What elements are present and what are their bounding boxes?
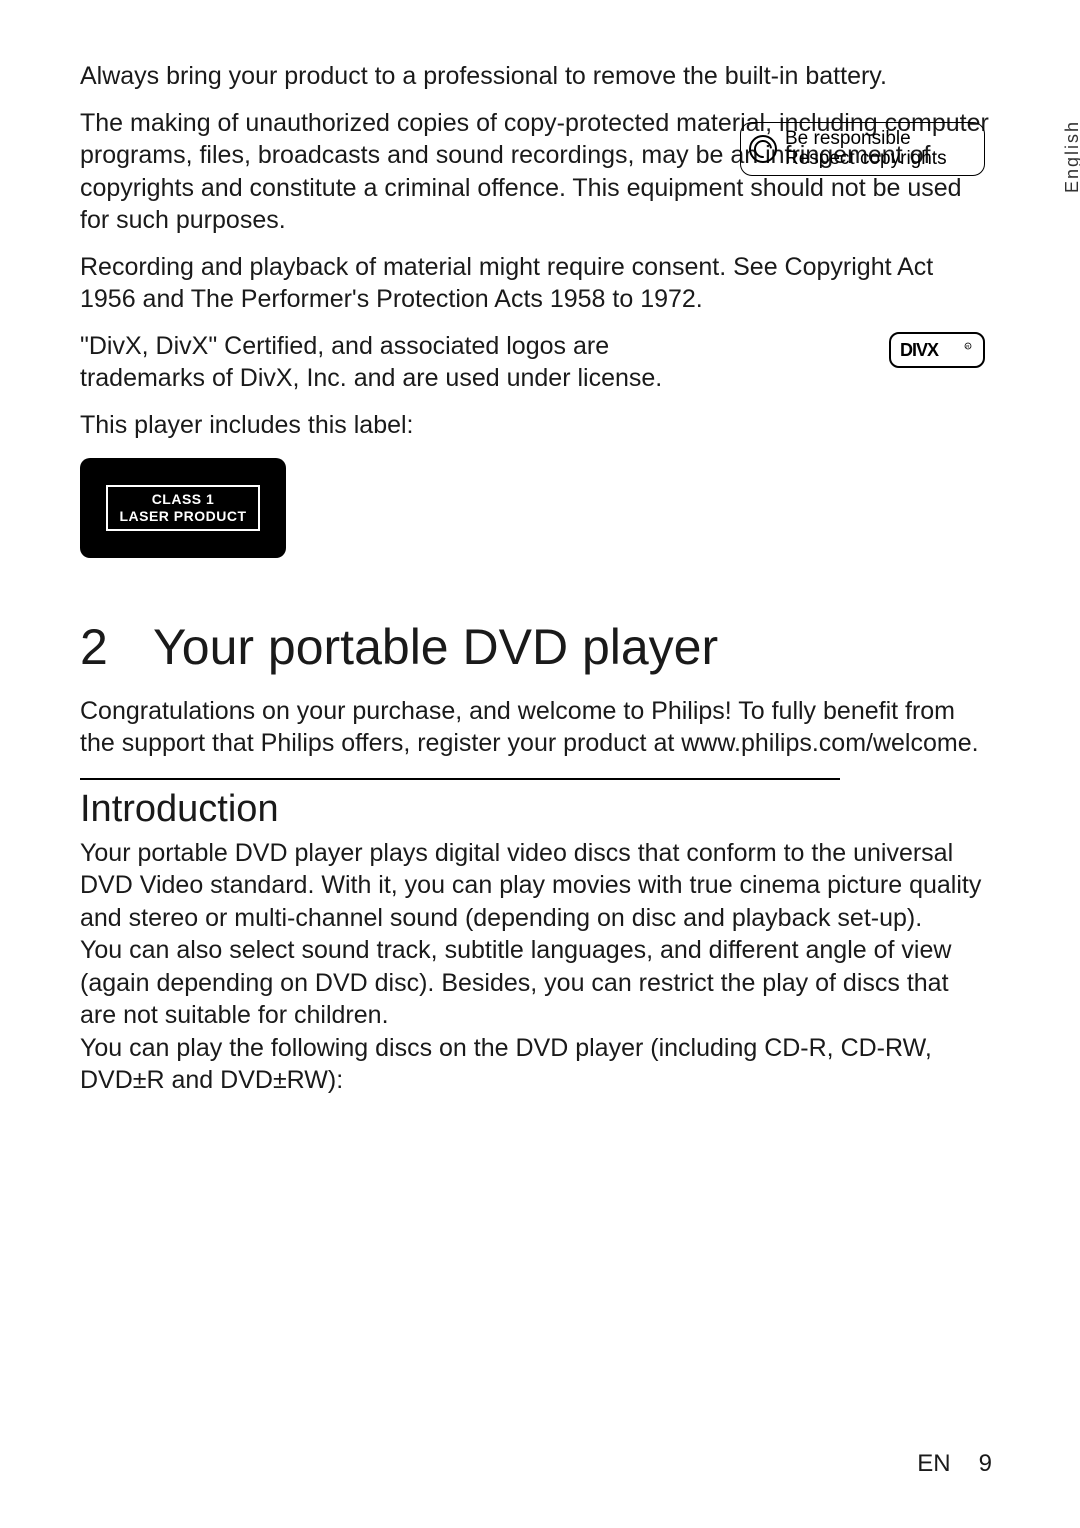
laser-line-1: CLASS 1 [152,491,215,507]
section-heading: 2 Your portable DVD player [80,620,990,675]
battery-disposal-text: Always bring your product to a professio… [80,60,990,93]
copyright-icon [749,135,777,163]
copyright-callout: Be responsible Respect copyrights [740,122,985,176]
label-intro-text: This player includes this label: [80,411,990,440]
laser-product-label: CLASS 1 LASER PRODUCT [80,458,286,558]
language-tab: English [1062,120,1080,193]
page: English Always bring your product to a p… [0,0,1080,1528]
copyright-line-1: Be responsible [785,129,947,149]
introduction-paragraph-3: You can play the following discs on the … [80,1032,990,1097]
introduction-paragraph-2: You can also select sound track, subtitl… [80,934,990,1032]
page-footer: EN 9 [917,1450,992,1478]
copyright-callout-text: Be responsible Respect copyrights [785,129,947,169]
recording-consent-paragraph: Recording and playback of material might… [80,251,990,316]
footer-language: EN [917,1450,950,1478]
divider-rule [80,778,840,780]
divx-logo-svg: DIVX R [900,340,974,360]
divx-logo: DIVX R [889,332,985,368]
section-number: 2 [80,620,140,675]
introduction-paragraph-1: Your portable DVD player plays digital v… [80,837,990,935]
subsection-heading: Introduction [80,788,840,831]
laser-line-2: LASER PRODUCT [119,508,246,524]
copyright-line-2: Respect copyrights [785,149,947,169]
divx-logo-text: DIVX [900,340,939,360]
footer-page-number: 9 [979,1450,992,1478]
congratulations-paragraph: Congratulations on your purchase, and we… [80,695,990,760]
divx-trademark-paragraph: "DivX, DivX" Certified, and associated l… [80,330,730,395]
laser-product-label-inner: CLASS 1 LASER PRODUCT [106,485,260,531]
section-title: Your portable DVD player [153,619,718,675]
